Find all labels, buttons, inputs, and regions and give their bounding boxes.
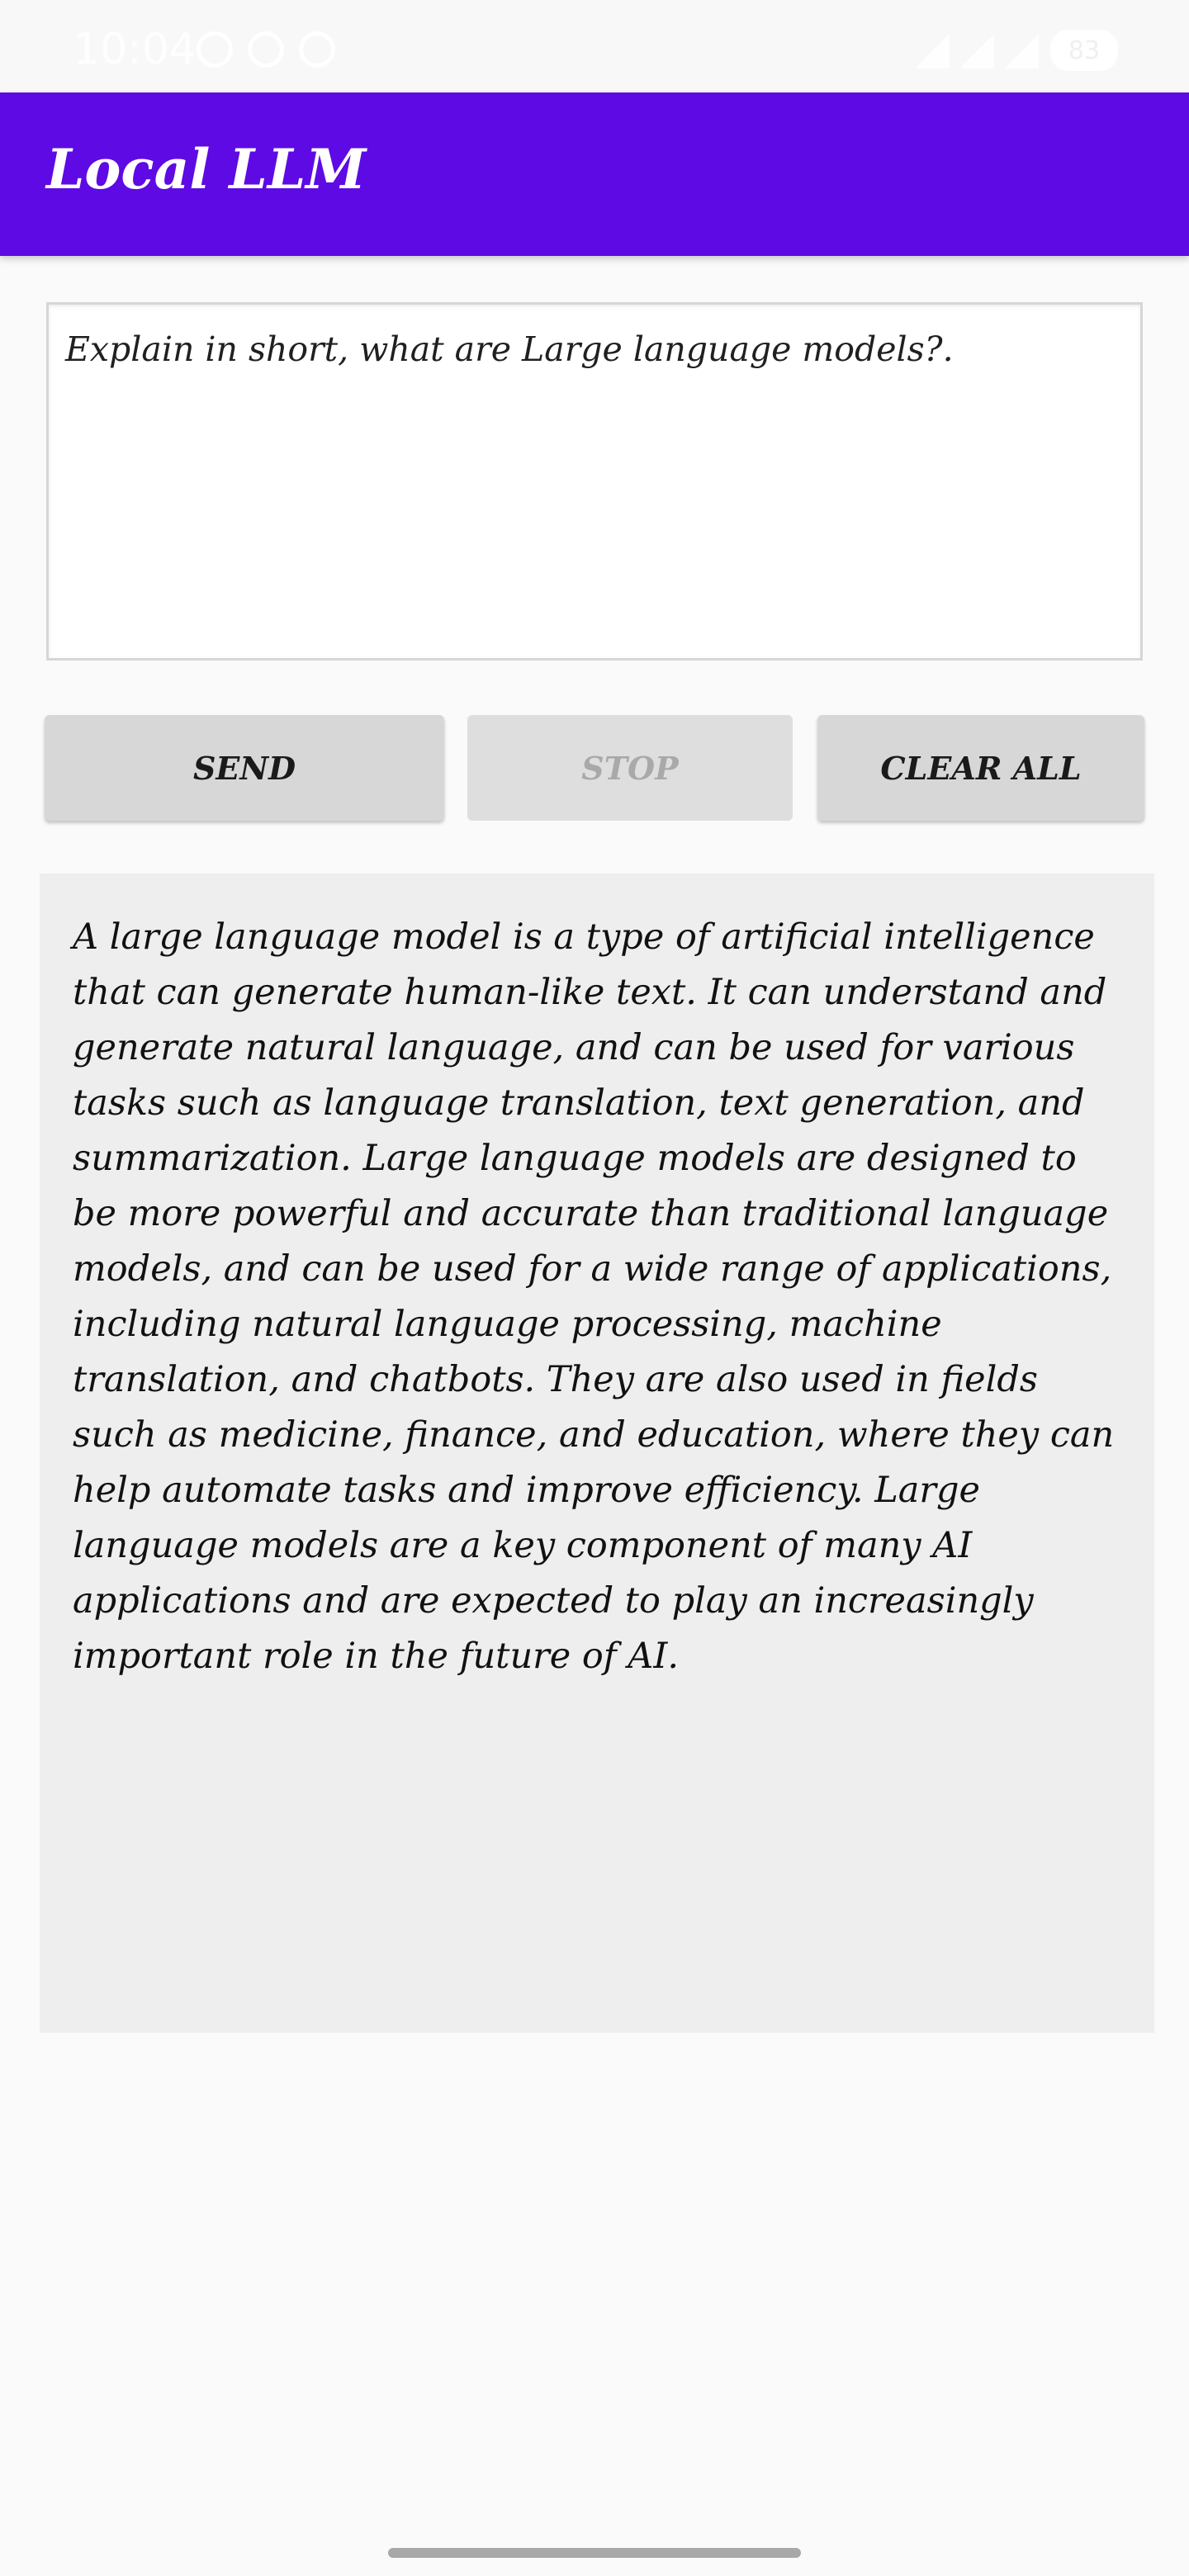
prompt-input-value: Explain in short, what are Large languag… [65, 329, 954, 369]
notification-icon [248, 31, 284, 68]
app-title: Local LLM [46, 137, 367, 201]
response-panel: A large language model is a type of arti… [40, 874, 1154, 2033]
send-icon [299, 31, 335, 68]
app-bar: Local LLM [0, 92, 1189, 256]
response-text: A large language model is a type of arti… [73, 916, 1115, 1677]
battery-icon: 83 [1050, 30, 1118, 71]
status-time: 10:04 [73, 25, 197, 74]
send-button[interactable]: SEND [45, 715, 444, 821]
system-icons: 83 [917, 30, 1118, 71]
stop-button[interactable]: STOP [467, 715, 793, 821]
home-indicator[interactable] [388, 2548, 801, 2558]
wifi-icon [917, 32, 950, 69]
status-bar: 10:04 83 [0, 0, 1189, 92]
notification-icon [197, 31, 233, 68]
notification-icons [197, 31, 335, 68]
signal-icon [1006, 32, 1039, 69]
clear-all-button[interactable]: CLEAR ALL [817, 715, 1144, 821]
prompt-input[interactable]: Explain in short, what are Large languag… [46, 302, 1143, 661]
signal-icon [961, 32, 994, 69]
